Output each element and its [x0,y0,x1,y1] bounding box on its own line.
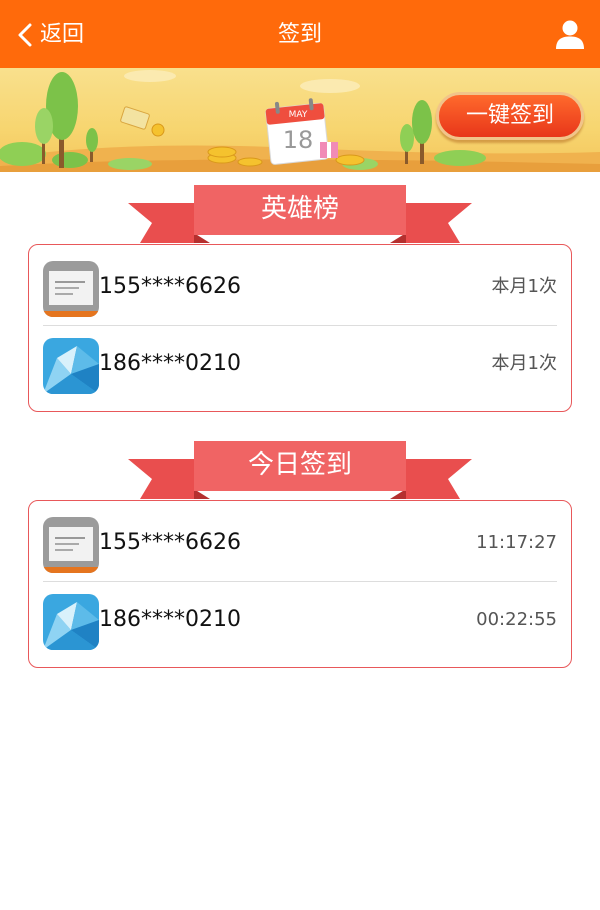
signin-banner: MAY 18 一键签到 [0,68,600,172]
avatar [43,594,99,650]
hero-section-ribbon: 英雄榜 [128,185,472,243]
avatar [43,338,99,394]
list-item: 155****6626 11:17:27 [43,505,557,581]
avatar [43,517,99,573]
blue-crystal-icon [43,594,99,650]
signin-time: 00:22:55 [476,609,557,630]
today-list: 155****6626 11:17:27 186****0210 00:22:5… [28,500,572,668]
signin-time: 11:17:27 [476,532,557,553]
hero-section-title: 英雄榜 [260,194,339,224]
today-section-ribbon: 今日签到 [128,441,472,499]
signin-count: 本月1次 [491,276,557,297]
list-item: 186****0210 00:22:55 [43,581,557,657]
user-icon[interactable] [554,18,586,50]
one-click-signin-button[interactable]: 一键签到 [436,92,584,140]
user-phone: 155****6626 [99,530,241,555]
hero-list: 155****6626 本月1次 186****0210 本月1次 [28,244,572,412]
screenshot-thumbnail-icon [43,517,99,573]
screenshot-thumbnail-icon [43,261,99,317]
today-section-title: 今日签到 [247,450,352,480]
calendar-day: 18 [282,126,314,154]
list-item: 186****0210 本月1次 [43,325,557,401]
user-phone: 186****0210 [99,607,241,632]
blue-crystal-icon [43,338,99,394]
list-item: 155****6626 本月1次 [43,249,557,325]
page-title: 签到 [277,22,322,47]
user-phone: 155****6626 [99,274,241,299]
calendar-month: MAY [288,110,308,120]
avatar [43,261,99,317]
user-phone: 186****0210 [99,351,241,376]
signin-count: 本月1次 [491,353,557,374]
signin-page: 返回 签到 MAY 18 一键签到 英雄榜 155****6626 本月1次 1… [0,0,600,910]
header-bar: 返回 签到 [0,0,600,68]
